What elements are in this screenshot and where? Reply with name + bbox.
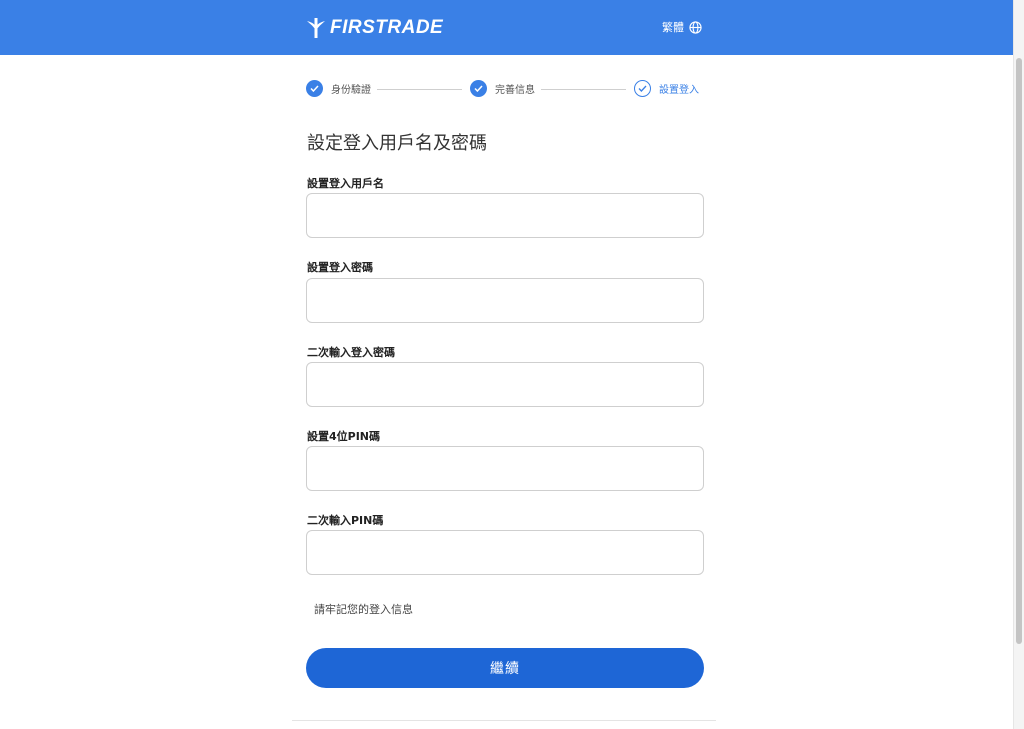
brand-name: FIRSTRADE <box>330 17 444 38</box>
step-identity-verification: 身份驗證 <box>306 80 371 97</box>
password-input[interactable] <box>306 278 704 323</box>
footer-divider <box>292 720 716 721</box>
check-icon <box>470 80 487 97</box>
step-label: 設置登入 <box>659 85 699 96</box>
step-connector <box>541 89 626 90</box>
pin-input[interactable] <box>306 446 704 491</box>
pin-label: 設置4位PIN碼 <box>307 430 381 443</box>
check-icon <box>306 80 323 97</box>
globe-icon <box>689 20 702 34</box>
step-label: 身份驗證 <box>331 85 371 96</box>
firstrade-logo[interactable]: FIRSTRADE <box>306 14 443 42</box>
firstrade-logo-icon <box>307 18 325 38</box>
password-label: 設置登入密碼 <box>307 261 373 274</box>
progress-steps: 身份驗證 完善信息 設置登入 <box>306 80 704 98</box>
step-connector <box>377 89 462 90</box>
step-complete-info: 完善信息 <box>470 80 535 97</box>
username-input[interactable] <box>306 193 704 238</box>
language-label: 繁體 <box>662 21 684 34</box>
page-title: 設定登入用戶名及密碼 <box>307 133 487 154</box>
confirm-pin-label: 二次輸入PIN碼 <box>307 514 384 527</box>
username-label: 設置登入用戶名 <box>307 177 384 190</box>
step-login-setup: 設置登入 <box>634 80 699 97</box>
top-header-bar: FIRSTRADE 繁體 <box>0 0 1013 55</box>
confirm-password-input[interactable] <box>306 362 704 407</box>
continue-button[interactable]: 繼續 <box>306 648 704 688</box>
scrollbar-thumb[interactable] <box>1016 58 1022 644</box>
confirm-password-label: 二次輸入登入密碼 <box>307 346 395 359</box>
step-label: 完善信息 <box>495 85 535 96</box>
remember-login-note: 請牢記您的登入信息 <box>314 603 413 616</box>
check-outline-icon <box>634 80 651 97</box>
language-switcher[interactable]: 繁體 <box>662 19 702 35</box>
confirm-pin-input[interactable] <box>306 530 704 575</box>
page-scrollbar[interactable] <box>1013 0 1024 729</box>
